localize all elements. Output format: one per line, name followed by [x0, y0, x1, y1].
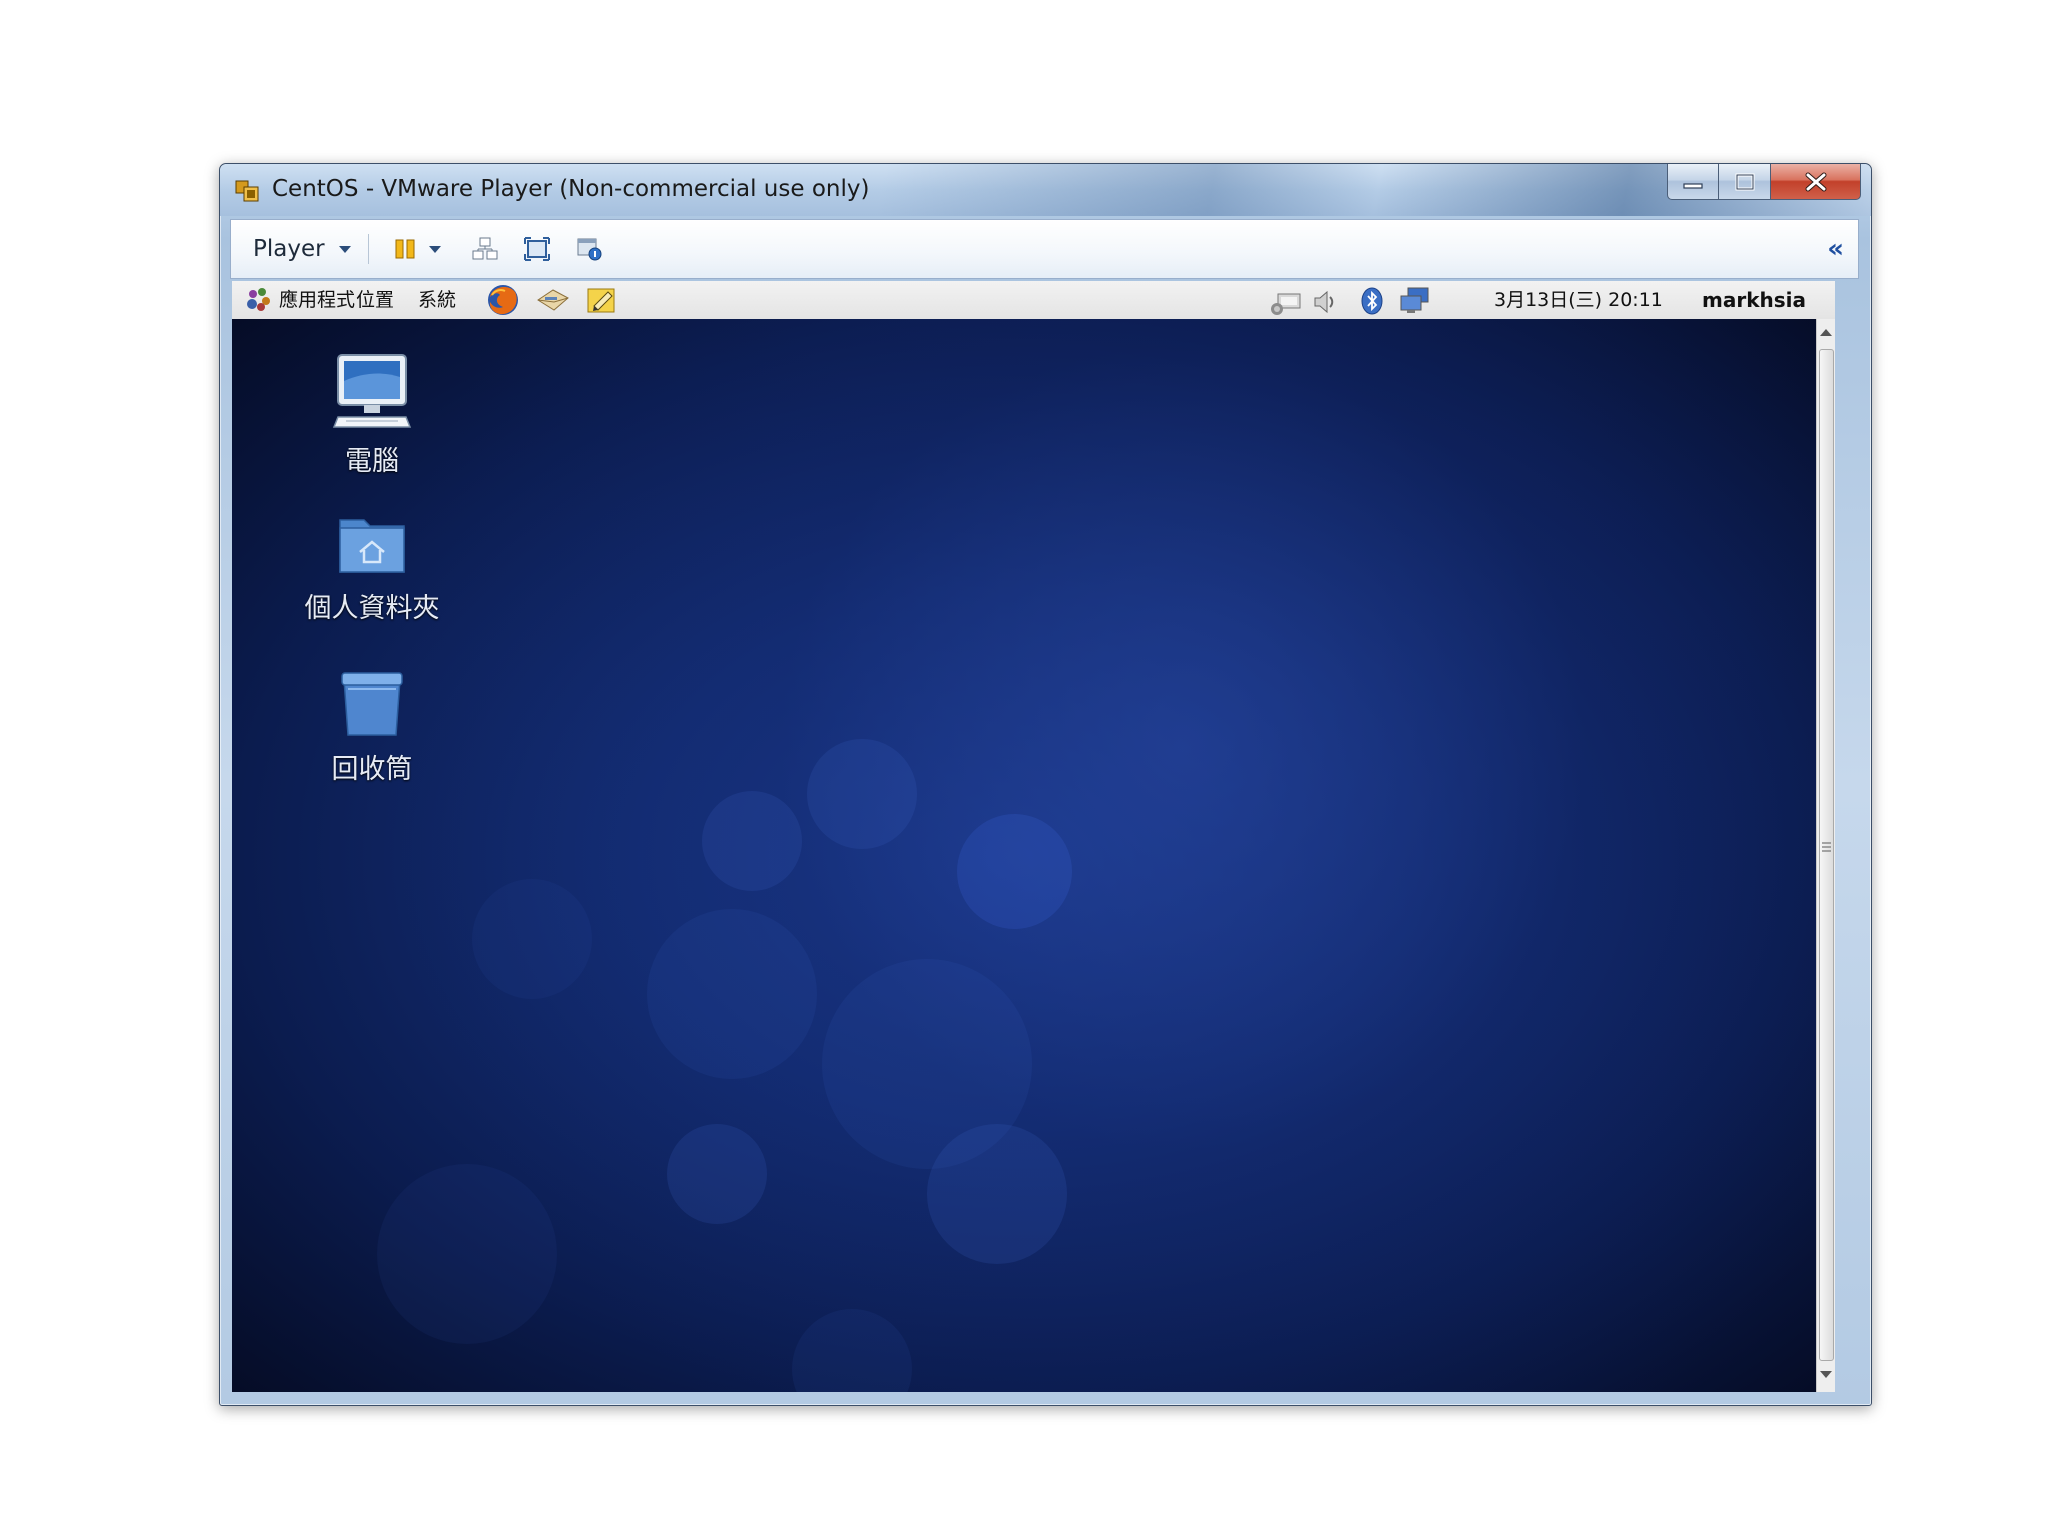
grip-icon	[1822, 842, 1831, 852]
vmware-app-icon	[235, 180, 259, 202]
player-menu-button[interactable]: Player	[253, 220, 351, 278]
wallpaper-bokeh	[927, 1124, 1067, 1264]
menu-system[interactable]: 系統	[418, 281, 456, 319]
gnome-foot-icon[interactable]	[244, 286, 272, 314]
pause-button[interactable]	[393, 220, 441, 278]
maximize-icon	[1735, 173, 1754, 190]
scroll-down-icon[interactable]	[1820, 1371, 1832, 1378]
window-title: CentOS - VMware Player (Non-commercial u…	[272, 176, 870, 202]
wallpaper-bokeh	[792, 1309, 912, 1392]
virtual-machine-screen[interactable]: 應用程式 位置 系統 3月13日(三) 20:11 markhsia 電腦 個人…	[232, 281, 1835, 1392]
vmware-toolbar: Player «	[230, 219, 1859, 279]
fullscreen-icon	[524, 237, 550, 261]
pause-icon	[395, 239, 415, 259]
menu-places[interactable]: 位置	[356, 281, 394, 319]
maximize-button[interactable]	[1719, 164, 1771, 200]
gnome-desktop[interactable]: 電腦 個人資料夾 回收筒	[232, 319, 1816, 1392]
player-menu-label: Player	[253, 236, 325, 262]
trash-icon	[341, 672, 403, 736]
wallpaper-bokeh	[377, 1164, 557, 1344]
desktop-icon-home-folder[interactable]: 個人資料夾	[292, 512, 452, 625]
desktop-icon-computer[interactable]: 電腦	[292, 351, 452, 478]
user-name[interactable]: markhsia	[1702, 281, 1806, 319]
display-icon[interactable]	[1398, 286, 1432, 314]
close-button[interactable]	[1771, 164, 1861, 200]
desktop-icon-label: 個人資料夾	[304, 593, 440, 624]
clock-datetime[interactable]: 3月13日(三) 20:11	[1494, 281, 1663, 319]
minimize-button[interactable]	[1667, 164, 1719, 200]
volume-icon[interactable]	[1311, 288, 1339, 316]
unity-icon	[577, 238, 602, 261]
fullscreen-button[interactable]	[523, 220, 551, 278]
chevron-down-icon	[429, 245, 441, 253]
network-icon[interactable]	[1270, 288, 1304, 316]
computer-icon	[332, 354, 412, 428]
notes-icon[interactable]	[586, 286, 618, 314]
wallpaper-bokeh	[647, 909, 817, 1079]
desktop-icon-label: 電腦	[345, 446, 399, 477]
home-folder-icon	[339, 519, 405, 573]
mail-client-icon[interactable]	[536, 286, 570, 314]
desktop-icon-label: 回收筒	[331, 754, 413, 785]
scrollbar-thumb[interactable]	[1819, 349, 1834, 1361]
wallpaper-bokeh	[472, 879, 592, 999]
collapse-toolbar-icon[interactable]: «	[1827, 234, 1844, 264]
vertical-scrollbar[interactable]	[1816, 319, 1835, 1392]
menu-applications[interactable]: 應用程式	[279, 281, 355, 319]
window-controls	[1667, 164, 1861, 202]
desktop-icon-trash[interactable]: 回收筒	[292, 669, 452, 786]
minimize-icon	[1683, 182, 1703, 189]
bluetooth-icon[interactable]	[1358, 287, 1386, 315]
wallpaper-bokeh	[957, 814, 1072, 929]
window-titlebar[interactable]: CentOS - VMware Player (Non-commercial u…	[220, 164, 1871, 216]
wallpaper-bokeh	[702, 791, 802, 891]
scroll-up-icon[interactable]	[1820, 329, 1832, 336]
toolbar-separator	[368, 234, 369, 264]
wallpaper-bokeh	[807, 739, 917, 849]
wallpaper-bokeh	[667, 1124, 767, 1224]
unity-button[interactable]	[575, 220, 603, 278]
gnome-top-panel: 應用程式 位置 系統 3月13日(三) 20:11 markhsia	[232, 281, 1835, 320]
vmware-player-window: CentOS - VMware Player (Non-commercial u…	[219, 163, 1872, 1406]
close-icon	[1805, 172, 1826, 191]
firefox-icon[interactable]	[486, 283, 520, 317]
send-ctrl-alt-del-icon	[472, 237, 498, 260]
chevron-down-icon	[338, 245, 351, 253]
send-ctrl-alt-del-button[interactable]	[471, 220, 499, 278]
